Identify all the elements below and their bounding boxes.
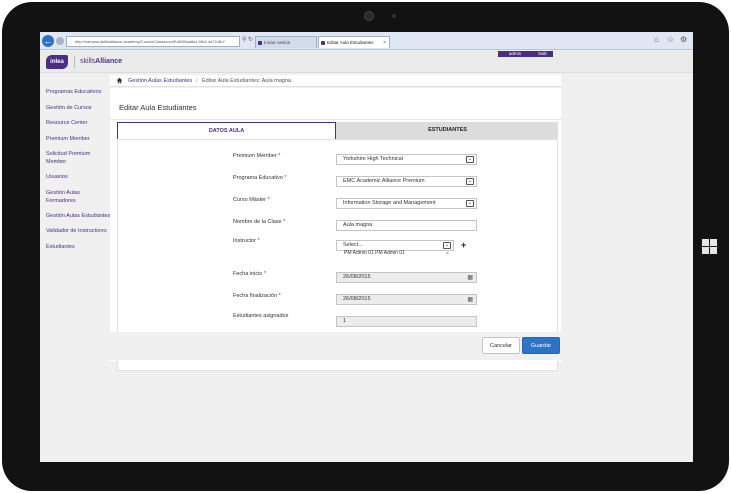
browser-tab-label: Editar Aula Estudiantes (327, 40, 374, 45)
chevron-down-icon[interactable]: ⌄ (466, 200, 474, 207)
asignados-field: 1 (336, 316, 477, 327)
select-value: EMC Academic Alliance Premium (343, 178, 425, 184)
remove-instructor-icon[interactable]: × (446, 250, 449, 258)
select-value: Information Storage and Management (343, 200, 436, 206)
tab-datos-aula[interactable]: DATOS AULA (117, 122, 336, 139)
label-text: Fecha inicio (233, 271, 263, 277)
breadcrumb-current: Editar Aula Estudiantes: Aula magna (202, 78, 291, 84)
browser-tab-login[interactable]: Iniciar sesión (255, 36, 317, 48)
nombre-input[interactable]: Aula magna (336, 220, 477, 231)
add-instructor-button[interactable]: + (461, 240, 466, 250)
chevron-down-icon[interactable]: ⌄ (443, 242, 451, 249)
label-text: Programa Educativo (233, 175, 283, 181)
label-text: Curso Máster (233, 197, 267, 203)
chevron-down-icon[interactable]: ⌄ (466, 178, 474, 185)
programa-label: Programa Educativo * (233, 174, 287, 182)
required-mark: * (284, 175, 287, 181)
sidebar-item-cursos[interactable]: Gestión de Cursos (46, 104, 118, 112)
curso-label: Curso Máster * (233, 196, 270, 204)
browser-tab-active[interactable]: Editar Aula Estudiantes × (318, 36, 390, 48)
divider (110, 119, 561, 120)
required-mark: * (263, 271, 267, 277)
brand-suffix: Alliance (95, 58, 123, 65)
sidebar-item-usuarios[interactable]: Usuarios (46, 173, 118, 181)
fecha-fin-input[interactable]: 26/08/2015 ▦ (336, 294, 477, 305)
breadcrumb-separator: / (196, 78, 198, 84)
fecha-inicio-input[interactable]: 26/08/2015 ▦ (336, 272, 477, 283)
fecha-fin-label: Fecha finalización * (233, 292, 281, 300)
forward-icon[interactable] (56, 37, 64, 45)
premium-member-select[interactable]: Yorkshire High Technical ⌄ (336, 154, 477, 165)
required-mark: * (257, 238, 260, 244)
required-mark: * (278, 293, 281, 299)
instructor-label: Instructor * (233, 237, 260, 245)
header-divider (74, 56, 75, 68)
camera-icon (364, 11, 374, 21)
app-header: inlea skillsAlliance admin Salir (40, 51, 693, 73)
skills-alliance-logo: skillsAlliance (80, 57, 122, 67)
tab-favicon-icon (321, 41, 325, 45)
calendar-icon[interactable]: ▦ (467, 274, 473, 283)
user-name[interactable]: admin (498, 51, 532, 57)
sidebar-item-validador[interactable]: Validador de Instructores (46, 227, 118, 235)
select-value: Yorkshire High Technical (343, 156, 403, 162)
calendar-icon[interactable]: ▦ (467, 296, 473, 305)
tab-favicon-icon (258, 41, 262, 45)
select-placeholder: Select... (343, 242, 363, 248)
programa-select[interactable]: EMC Academic Alliance Premium ⌄ (336, 176, 477, 187)
required-mark: * (267, 197, 270, 203)
search-icon[interactable]: ⚲ ↻ (242, 36, 253, 43)
sidebar-item-resource-center[interactable]: Resource Center (46, 119, 118, 127)
form-tabs: DATOS AULA ESTUDIANTES (117, 122, 558, 139)
main-content: Editar Aula Estudiantes DATOS AULA ESTUD… (110, 88, 561, 371)
nombre-label: Nombre de la Clase * (233, 218, 285, 226)
date-value: 26/08/2015 (343, 274, 371, 280)
breadcrumb: Gestión Aulas Estudiantes / Editar Aula … (110, 75, 561, 87)
curso-select[interactable]: Information Storage and Management ⌄ (336, 198, 477, 209)
address-bar[interactable]: http://campus.skillsalliance.academy/Cou… (66, 36, 240, 47)
label-text: Instructor (233, 238, 256, 244)
settings-gear-icon[interactable]: ⚙ (680, 35, 687, 44)
label-text: Fecha finalización (233, 293, 278, 299)
label-text: Nombre de la Clase (233, 219, 282, 225)
sidebar-item-premium-member[interactable]: Premium Member (46, 135, 118, 143)
sidebar-item-solicitud-premium[interactable]: Solicitud Premium Member (46, 150, 98, 166)
user-box: admin Salir (498, 51, 553, 57)
browser-toolbar: ← http://campus.skillsalliance.academy/C… (40, 32, 693, 50)
breadcrumb-link[interactable]: Gestión Aulas Estudiantes (128, 75, 192, 87)
inlea-logo[interactable]: inlea (46, 55, 68, 69)
sensor-icon (392, 14, 396, 18)
sidebar-item-aulas-estudiantes[interactable]: Gestión Aulas Estudiantes (46, 212, 118, 220)
asignados-label: Estudiantes asignados (233, 313, 289, 319)
sidebar-item-aulas-formadores[interactable]: Gestión Aulas Formadores (46, 189, 90, 205)
sidebar-item-programas[interactable]: Programas Educativos (46, 88, 118, 96)
close-tab-icon[interactable]: × (383, 37, 386, 48)
back-icon[interactable]: ← (42, 35, 54, 47)
cancel-button[interactable]: Cancelar (482, 337, 520, 354)
required-mark: * (278, 153, 281, 159)
logout-link[interactable]: Salir (532, 51, 553, 57)
sidebar-item-estudiantes[interactable]: Estudiantes (46, 243, 118, 251)
favorites-star-icon[interactable]: ☆ (667, 35, 674, 44)
save-button[interactable]: Guardar (522, 337, 560, 354)
required-mark: * (283, 219, 286, 225)
label-text: Premium Member (233, 153, 277, 159)
home-icon[interactable]: ⌂ (654, 35, 659, 44)
brand-prefix: skills (80, 58, 96, 65)
fecha-inicio-label: Fecha inicio * (233, 270, 266, 278)
screen: ← http://campus.skillsalliance.academy/C… (40, 32, 693, 462)
tab-estudiantes[interactable]: ESTUDIANTES (337, 122, 558, 139)
page-title: Editar Aula Estudiantes (119, 103, 197, 112)
premium-member-label: Premium Member * (233, 152, 280, 160)
instructor-chip: PM Admin 01 PM Admin 01 (344, 250, 405, 256)
chevron-down-icon[interactable]: ⌄ (466, 156, 474, 163)
date-value: 26/08/2015 (343, 296, 371, 302)
home-icon[interactable] (116, 77, 123, 84)
browser-tab-label: Iniciar sesión (264, 40, 291, 45)
windows-logo-icon[interactable] (702, 239, 718, 255)
